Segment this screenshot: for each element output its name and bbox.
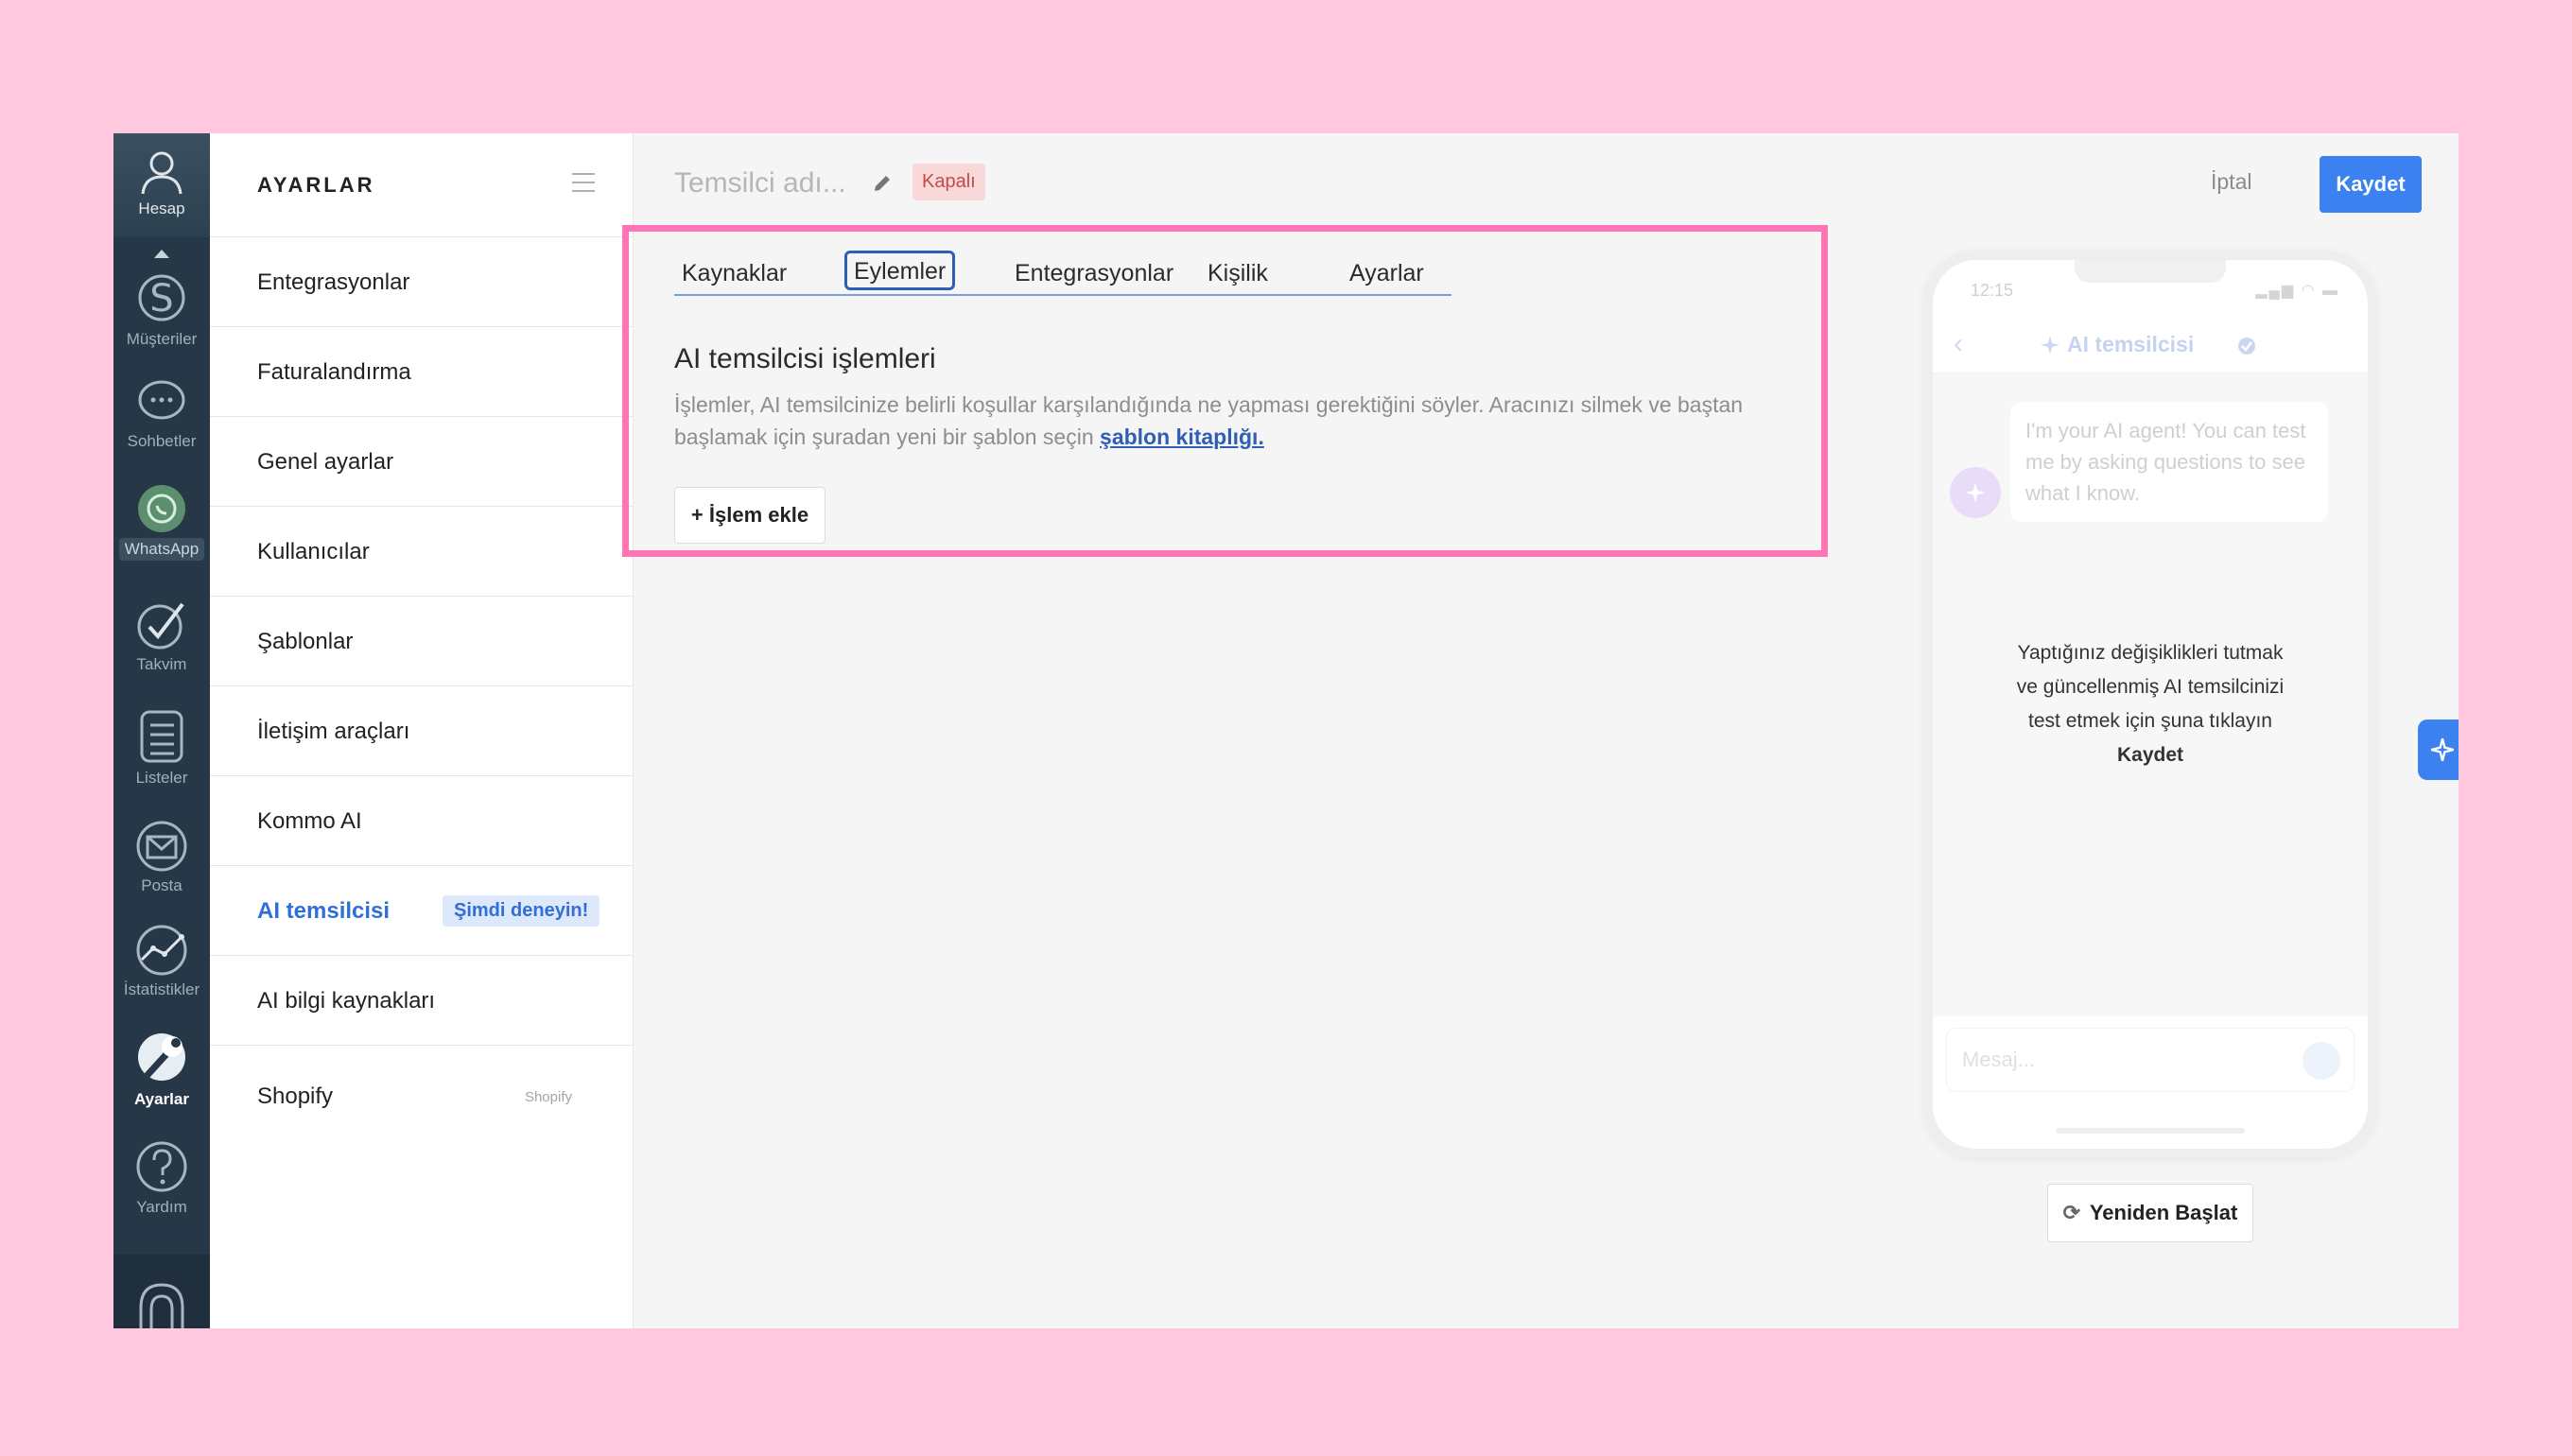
app-window: Hesap S Müşteriler Sohbetler WhatsApp Ta… <box>113 133 2459 1328</box>
settings-item-users[interactable]: Kullanıcılar <box>210 507 633 597</box>
settings-item-ai-knowledge[interactable]: AI bilgi kaynakları <box>210 956 633 1046</box>
back-arrow-icon[interactable]: ‹ <box>1954 328 1963 360</box>
svg-text:S: S <box>149 277 173 321</box>
phone-time: 12:15 <box>1971 281 2014 300</box>
main-nav-rail: Hesap S Müşteriler Sohbetler WhatsApp Ta… <box>113 133 210 1328</box>
phone-chat-header: ‹ AI temsilcisi <box>1933 315 2368 373</box>
hamburger-menu-icon[interactable] <box>572 173 595 192</box>
bot-avatar <box>1950 467 2001 518</box>
rail-bottom-panel <box>113 1255 210 1328</box>
question-icon <box>136 1141 187 1192</box>
settings-sidebar: AYARLAR Entegrasyonlar Faturalandırma Ge… <box>210 133 634 1328</box>
sparkle-icon <box>2431 738 2454 761</box>
settings-item-label: Kullanıcılar <box>257 539 370 564</box>
pencil-icon[interactable] <box>872 173 893 194</box>
settings-header: AYARLAR <box>210 133 633 237</box>
settings-item-label: AI temsilcisi <box>257 898 391 924</box>
settings-item-communication-tools[interactable]: İletişim araçları <box>210 686 633 776</box>
hint-line: Yaptığınız değişiklikleri tutmak <box>2017 642 2284 664</box>
signal-battery-icon: ▂▄▆ ◠ ▬ <box>2255 283 2339 299</box>
save-hint-message: Yaptığınız değişiklikleri tutmak ve günc… <box>1971 636 2330 772</box>
rail-item-chats[interactable]: Sohbetler <box>113 377 210 451</box>
rail-label-account: Hesap <box>138 199 185 217</box>
send-icon[interactable] <box>2303 1042 2340 1080</box>
wrench-icon <box>138 1033 185 1081</box>
settings-item-label: Entegrasyonlar <box>257 269 410 295</box>
whatsapp-icon <box>138 485 185 532</box>
rail-label-stats: İstatistikler <box>123 980 200 998</box>
phone-chat-title: AI temsilcisi <box>2067 332 2195 356</box>
rail-label-mail: Posta <box>141 876 182 894</box>
rail-label-help: Yardım <box>136 1198 187 1216</box>
caret-up-icon[interactable] <box>154 250 169 258</box>
message-input[interactable]: Mesaj... <box>1946 1028 2355 1092</box>
settings-item-label: Şablonlar <box>257 629 354 654</box>
hint-bold: Kaydet <box>2116 744 2184 766</box>
settings-title: AYARLAR <box>257 173 375 197</box>
rail-label-calendar: Takvim <box>136 655 187 673</box>
settings-item-label: Faturalandırma <box>257 359 411 385</box>
settings-item-billing[interactable]: Faturalandırma <box>210 327 633 417</box>
home-indicator <box>2056 1128 2245 1134</box>
restart-button-label: Yeniden Başlat <box>2089 1201 2238 1224</box>
rail-label-customers: Müşteriler <box>126 330 198 348</box>
rail-label-settings: Ayarlar <box>134 1090 189 1108</box>
settings-item-shopify[interactable]: Shopify Shopify <box>210 1046 633 1150</box>
settings-item-ai-agent[interactable]: AI temsilcisi Şimdi deneyin! <box>210 866 633 956</box>
settings-item-label: Kommo AI <box>257 808 362 834</box>
support-icon[interactable] <box>136 1279 187 1328</box>
bot-message-bubble: I'm your AI agent! You can test me by as… <box>2010 402 2328 522</box>
try-now-badge: Şimdi deneyin! <box>443 895 600 927</box>
mail-icon <box>136 821 187 872</box>
list-icon <box>140 710 183 763</box>
settings-item-integrations[interactable]: Entegrasyonlar <box>210 237 633 327</box>
rail-label-chats: Sohbetler <box>127 432 197 450</box>
rail-item-lists[interactable]: Listeler <box>113 708 210 788</box>
settings-item-label: Shopify <box>257 1083 334 1109</box>
rail-item-whatsapp[interactable]: WhatsApp <box>113 483 210 561</box>
settings-item-label: İletişim araçları <box>257 719 410 744</box>
settings-item-label: Genel ayarlar <box>257 449 394 475</box>
settings-item-general[interactable]: Genel ayarlar <box>210 417 633 507</box>
hint-line: ve güncellenmiş AI temsilcinizi <box>2016 676 2285 698</box>
rail-label-whatsapp: WhatsApp <box>118 538 205 561</box>
verified-icon <box>2238 338 2255 355</box>
ai-assistant-button[interactable] <box>2418 719 2459 780</box>
cancel-button[interactable]: İptal <box>2211 169 2251 195</box>
phone-chat-body: I'm your AI agent! You can test me by as… <box>1933 373 2368 1016</box>
chat-icon <box>138 380 185 420</box>
highlight-frame <box>622 225 1828 557</box>
rail-item-stats[interactable]: İstatistikler <box>113 924 210 999</box>
rail-item-calendar[interactable]: Takvim <box>113 598 210 674</box>
restart-button[interactable]: ⟳ Yeniden Başlat <box>2047 1184 2253 1242</box>
shopify-tag: Shopify <box>524 1089 572 1105</box>
status-badge: Kapalı <box>912 164 985 200</box>
sparkle-icon <box>1965 482 1986 503</box>
hint-line: test etmek için şuna tıklayın <box>2028 710 2272 732</box>
phone-preview: 12:15 ▂▄▆ ◠ ▬ ‹ AI temsilcisi I'm your A… <box>1923 251 2377 1158</box>
sparkle-icon <box>2041 336 2059 355</box>
refresh-icon: ⟳ <box>2062 1201 2081 1224</box>
rail-item-mail[interactable]: Posta <box>113 820 210 895</box>
rail-item-help[interactable]: Yardım <box>113 1139 210 1217</box>
rail-item-settings[interactable]: Ayarlar <box>113 1028 210 1109</box>
rail-label-lists: Listeler <box>135 769 188 787</box>
user-icon <box>141 151 182 195</box>
rail-item-account[interactable]: Hesap <box>113 147 210 218</box>
rail-item-customers[interactable]: S Müşteriler <box>113 269 210 349</box>
phone-notch <box>2075 260 2226 283</box>
agent-name-field[interactable]: Temsilci adı... <box>674 167 846 199</box>
settings-item-label: AI bilgi kaynakları <box>257 988 436 1014</box>
message-input-placeholder: Mesaj... <box>1962 1048 2036 1071</box>
dollar-icon: S <box>138 274 185 321</box>
settings-item-templates[interactable]: Şablonlar <box>210 597 633 686</box>
checkmark-icon <box>137 602 184 650</box>
stats-icon <box>136 925 187 976</box>
settings-item-kommo-ai[interactable]: Kommo AI <box>210 776 633 866</box>
save-button[interactable]: Kaydet <box>2320 156 2422 213</box>
